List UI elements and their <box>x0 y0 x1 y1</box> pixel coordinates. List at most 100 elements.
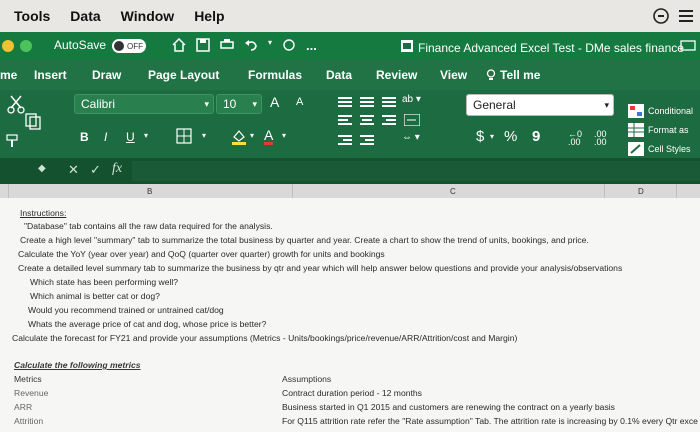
merge-center-icon[interactable]: ⇔ ▾ <box>402 132 420 143</box>
share-icon[interactable] <box>680 38 696 55</box>
conditional-formatting-label: Conditional <box>648 106 694 116</box>
instruction-line[interactable]: Create a detailed level summary tab to s… <box>18 263 622 273</box>
align-center-icon[interactable] <box>360 114 374 129</box>
minimize-window-button[interactable] <box>2 40 14 52</box>
assumptions-label[interactable]: Assumptions <box>282 374 331 384</box>
tab-data[interactable]: Data <box>326 68 352 82</box>
copy-icon[interactable] <box>24 112 46 133</box>
align-right-icon[interactable] <box>382 114 396 129</box>
align-left-icon[interactable] <box>338 114 352 129</box>
formula-bar: ◆ ✕ ✓ fx <box>0 158 700 184</box>
format-as-table-button[interactable]: Format as <box>628 123 689 137</box>
tab-review[interactable]: Review <box>376 68 417 82</box>
more-commands-button[interactable]: ... <box>306 38 317 55</box>
home-icon[interactable] <box>172 37 186 55</box>
borders-dropdown-icon[interactable]: ▾ <box>202 131 206 140</box>
cell-styles-button[interactable]: Cell Styles <box>628 142 691 156</box>
instruction-question[interactable]: Would you recommend trained or untrained… <box>28 305 224 315</box>
instruction-question[interactable]: Which animal is better cat or dog? <box>30 291 160 301</box>
tab-formulas[interactable]: Formulas <box>248 68 302 82</box>
increase-indent-icon[interactable] <box>360 134 374 149</box>
autosave-toggle[interactable]: OFF <box>112 39 146 53</box>
menu-data[interactable]: Data <box>70 8 100 24</box>
instructions-header[interactable]: Instructions: <box>20 208 66 218</box>
metric-item[interactable]: Revenue <box>14 388 48 398</box>
instruction-question[interactable]: Which state has been performing well? <box>30 277 178 287</box>
font-name-select[interactable]: Calibri ▾ <box>74 94 214 114</box>
menu-tools[interactable]: Tools <box>14 8 50 24</box>
decrease-decimal-button[interactable]: .00.00 <box>594 130 607 147</box>
borders-icon[interactable] <box>176 128 194 147</box>
assumption-item[interactable]: For Q115 attrition rate refer the "Rate … <box>282 416 698 426</box>
align-middle-icon[interactable] <box>360 96 374 111</box>
fill-color-icon[interactable] <box>230 128 248 149</box>
font-color-dropdown-icon[interactable]: ▾ <box>282 131 286 140</box>
column-divider[interactable] <box>8 184 9 198</box>
column-divider[interactable] <box>676 184 677 198</box>
currency-dropdown-icon[interactable]: ▾ <box>490 132 494 141</box>
formula-input[interactable] <box>132 161 700 181</box>
increase-decimal-button[interactable]: ←0.00 <box>568 130 582 147</box>
tab-view[interactable]: View <box>440 68 467 82</box>
italic-button[interactable]: I <box>104 130 107 144</box>
instruction-line[interactable]: Calculate the YoY (year over year) and Q… <box>18 249 385 259</box>
currency-button[interactable]: $ <box>476 128 484 145</box>
column-divider[interactable] <box>292 184 293 198</box>
worksheet-grid[interactable]: Instructions: "Database" tab contains al… <box>0 198 700 432</box>
column-divider[interactable] <box>604 184 605 198</box>
decrease-indent-icon[interactable] <box>338 134 352 149</box>
bold-button[interactable]: B <box>80 130 89 144</box>
redo-icon[interactable] <box>282 38 296 55</box>
menu-help[interactable]: Help <box>194 8 224 24</box>
increase-decimal-label: .00 <box>568 137 581 147</box>
tell-me-box[interactable]: Tell me <box>486 68 540 82</box>
font-color-button[interactable]: A <box>264 128 274 145</box>
confirm-formula-button[interactable]: ✓ <box>90 162 101 178</box>
assumption-item[interactable]: Business started in Q1 2015 and customer… <box>282 402 615 412</box>
assumption-item[interactable]: Contract duration period - 12 months <box>282 388 422 398</box>
cell-styles-icon <box>628 142 644 156</box>
insert-function-button[interactable]: fx <box>112 161 122 177</box>
instruction-question[interactable]: Whats the average price of cat and dog, … <box>28 319 266 329</box>
tab-page-layout[interactable]: Page Layout <box>148 68 219 82</box>
shrink-font-button[interactable]: A <box>296 96 303 108</box>
font-size-select[interactable]: 10 ▾ <box>216 94 262 114</box>
number-format-select[interactable]: General ▾ <box>466 94 614 116</box>
cancel-formula-button[interactable]: ✕ <box>68 162 79 178</box>
zoom-window-button[interactable] <box>20 40 32 52</box>
metric-item[interactable]: Attrition <box>14 416 43 426</box>
align-bottom-icon[interactable] <box>382 96 396 111</box>
print-icon[interactable] <box>220 38 234 55</box>
save-icon[interactable] <box>196 38 210 55</box>
tab-home[interactable]: me <box>0 68 17 82</box>
menu-window[interactable]: Window <box>121 8 175 24</box>
undo-icon[interactable] <box>244 38 258 55</box>
instruction-line[interactable]: Create a high level "summary" tab to sum… <box>20 235 589 245</box>
column-header-b[interactable]: B <box>147 187 152 196</box>
align-top-icon[interactable] <box>338 96 352 111</box>
column-header-c[interactable]: C <box>450 187 456 196</box>
instruction-line[interactable]: "Database" tab contains all the raw data… <box>24 221 273 231</box>
orientation-icon[interactable]: ab ▾ <box>402 94 421 105</box>
percent-button[interactable]: % <box>504 128 517 145</box>
format-painter-icon[interactable] <box>6 134 20 151</box>
metrics-header[interactable]: Calculate the following metrics <box>14 360 141 370</box>
comma-style-button[interactable]: 9 <box>532 128 540 145</box>
grow-font-button[interactable]: A <box>270 94 279 110</box>
fill-color-dropdown-icon[interactable]: ▾ <box>250 131 254 140</box>
wrap-text-icon[interactable] <box>403 113 421 129</box>
tab-insert[interactable]: Insert <box>34 68 67 82</box>
decrease-decimal-label: .00 <box>594 137 607 147</box>
column-header-d[interactable]: D <box>638 187 644 196</box>
undo-dropdown-icon[interactable]: ▾ <box>268 38 272 55</box>
metrics-label[interactable]: Metrics <box>14 374 42 384</box>
underline-button[interactable]: U <box>126 130 135 144</box>
instruction-line[interactable]: Calculate the forecast for FY21 and prov… <box>12 333 517 343</box>
tab-draw[interactable]: Draw <box>92 68 121 82</box>
metric-item[interactable]: ARR <box>14 402 32 412</box>
conditional-formatting-button[interactable]: Conditional <box>628 104 693 118</box>
menu-extras-icon[interactable] <box>678 8 694 27</box>
underline-dropdown-icon[interactable]: ▾ <box>144 131 148 140</box>
name-box-stepper-icon[interactable]: ◆ <box>38 163 46 174</box>
control-center-icon[interactable] <box>652 7 670 28</box>
